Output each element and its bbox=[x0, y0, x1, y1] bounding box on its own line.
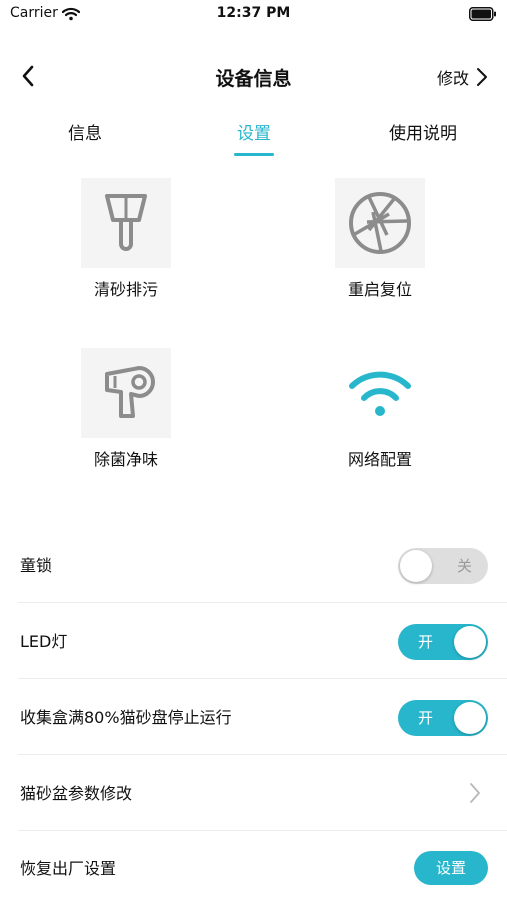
network-config-button[interactable]: 网络配置 bbox=[290, 348, 470, 470]
toggle-knob bbox=[454, 702, 486, 734]
led-row: LED灯 开 bbox=[0, 604, 507, 679]
battery-icon bbox=[469, 6, 497, 25]
status-bar: Carrier 12:37 PM bbox=[0, 0, 507, 30]
tab-manual[interactable]: 使用说明 bbox=[368, 119, 478, 144]
page-title: 设备信息 bbox=[215, 68, 292, 90]
tab-settings[interactable]: 设置 bbox=[211, 119, 297, 144]
wifi-icon bbox=[335, 348, 425, 438]
hair-dryer-icon bbox=[81, 348, 171, 438]
toggle-knob bbox=[400, 550, 432, 582]
child-lock-row: 童锁 关 bbox=[0, 528, 507, 603]
sterilize-deodorize-label: 除菌净味 bbox=[93, 450, 158, 469]
divider bbox=[18, 602, 507, 603]
aperture-icon bbox=[335, 178, 425, 268]
factory-reset-button[interactable]: 设置 bbox=[414, 851, 488, 885]
divider bbox=[18, 678, 507, 679]
sterilize-deodorize-button[interactable]: 除菌净味 bbox=[36, 348, 216, 470]
factory-reset-row: 恢复出厂设置 设置 bbox=[0, 831, 507, 906]
led-label: LED灯 bbox=[20, 632, 68, 651]
edit-label: 修改 bbox=[436, 69, 469, 88]
child-lock-label: 童锁 bbox=[20, 556, 53, 575]
clean-litter-label: 清砂排污 bbox=[93, 280, 158, 299]
edit-button[interactable]: 修改 bbox=[437, 64, 489, 90]
active-tab-indicator bbox=[234, 153, 274, 156]
clean-litter-button[interactable]: 清砂排污 bbox=[36, 178, 216, 300]
stop-when-full-state: 开 bbox=[418, 709, 434, 727]
reboot-reset-button[interactable]: 重启复位 bbox=[290, 178, 470, 300]
chevron-right-icon bbox=[477, 68, 487, 86]
child-lock-toggle[interactable]: 关 bbox=[398, 548, 488, 584]
stop-when-full-label: 收集盒满80%猫砂盘停止运行 bbox=[20, 708, 232, 727]
divider bbox=[18, 754, 507, 755]
factory-reset-label: 恢复出厂设置 bbox=[20, 859, 117, 878]
reboot-reset-label: 重启复位 bbox=[347, 280, 412, 299]
clock: 12:37 PM bbox=[216, 5, 291, 21]
led-state: 开 bbox=[418, 633, 434, 651]
toggle-knob bbox=[454, 626, 486, 658]
litter-params-row[interactable]: 猫砂盆参数修改 bbox=[0, 756, 507, 831]
network-config-label: 网络配置 bbox=[347, 450, 412, 469]
stop-when-full-toggle[interactable]: 开 bbox=[398, 700, 488, 736]
chevron-right-icon bbox=[469, 782, 481, 808]
child-lock-state: 关 bbox=[456, 557, 472, 575]
tab-info[interactable]: 信息 bbox=[42, 119, 128, 144]
led-toggle[interactable]: 开 bbox=[398, 624, 488, 660]
shovel-icon bbox=[81, 178, 171, 268]
stop-when-full-row: 收集盒满80%猫砂盘停止运行 开 bbox=[0, 680, 507, 755]
litter-params-label: 猫砂盆参数修改 bbox=[20, 784, 133, 803]
